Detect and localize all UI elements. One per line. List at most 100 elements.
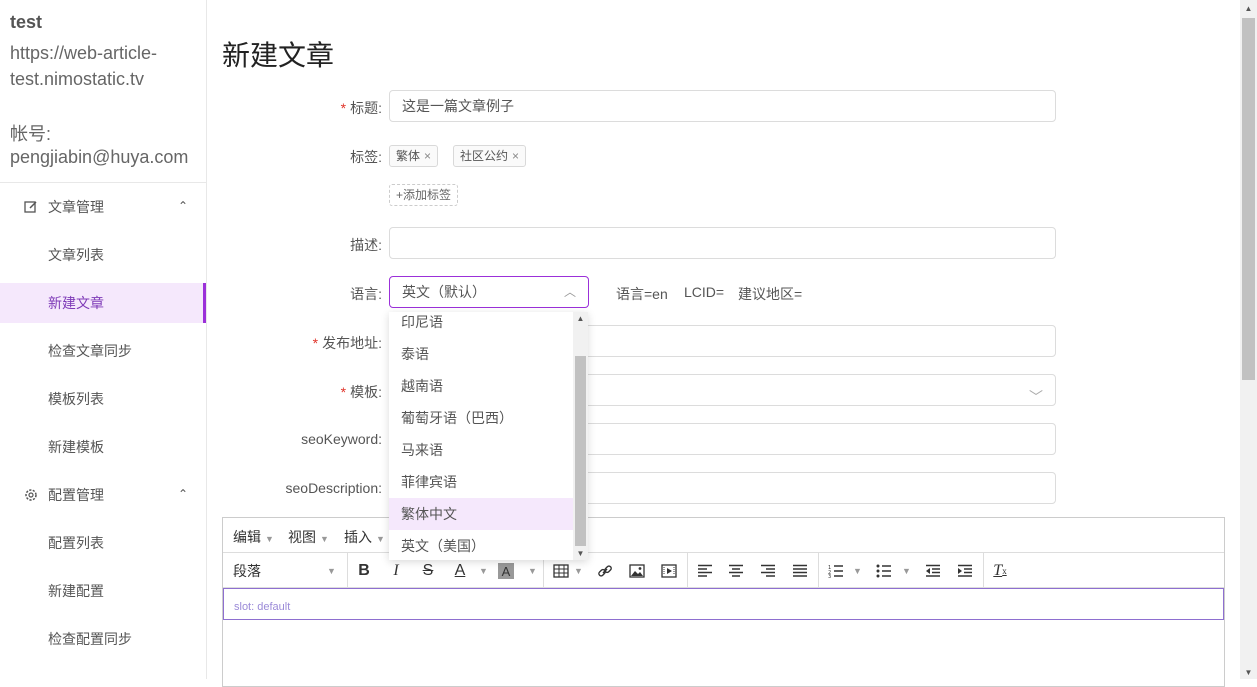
menu-view[interactable]: 视图 ▼ bbox=[288, 527, 329, 547]
dropdown-option[interactable]: 英文（美国） bbox=[389, 530, 573, 560]
italic-icon[interactable]: I bbox=[385, 560, 407, 582]
link-icon[interactable] bbox=[594, 560, 616, 582]
scroll-down-icon[interactable]: ▼ bbox=[573, 549, 588, 558]
dropdown-option[interactable]: 菲律宾语 bbox=[389, 466, 573, 498]
site-name: test bbox=[10, 12, 43, 32]
caret-down-icon: ▼ bbox=[528, 566, 537, 576]
page-scrollbar[interactable]: ▲ ▼ bbox=[1240, 0, 1257, 679]
required-mark: * bbox=[312, 335, 319, 351]
dropdown-scrollbar[interactable]: ▲ ▼ bbox=[573, 312, 588, 560]
image-icon[interactable] bbox=[626, 560, 648, 582]
desc-label: 描述: bbox=[350, 237, 382, 253]
lang-label: 语言: bbox=[350, 286, 382, 302]
indent-icon[interactable] bbox=[954, 560, 976, 582]
toolbar-divider bbox=[818, 553, 819, 587]
menu-group-label: 文章管理 bbox=[48, 199, 104, 215]
sidebar-item-new-template[interactable]: 新建模板 bbox=[0, 427, 206, 467]
table-icon[interactable] bbox=[550, 560, 572, 582]
dropdown-option[interactable]: 马来语 bbox=[389, 434, 573, 466]
close-icon[interactable]: × bbox=[424, 149, 431, 163]
sidebar-item-new-article[interactable]: 新建文章 bbox=[0, 283, 206, 323]
account-value: pengjiabin@huya.com bbox=[10, 147, 189, 167]
menu-label: 编辑 bbox=[233, 529, 261, 545]
caret-down-icon: ▼ bbox=[853, 566, 862, 576]
lang-select[interactable]: 英文（默认） ︿ bbox=[389, 276, 589, 308]
page-title: 新建文章 bbox=[222, 40, 335, 71]
lang-code-text: 语言=en bbox=[616, 286, 668, 302]
bold-icon[interactable]: B bbox=[353, 560, 375, 582]
toolbar-divider bbox=[347, 553, 348, 587]
text-color-icon[interactable]: A bbox=[449, 560, 471, 582]
lang-dropdown: 印尼语 泰语 越南语 葡萄牙语（巴西） 马来语 菲律宾语 繁体中文 英文（美国）… bbox=[389, 312, 588, 560]
dropdown-option[interactable]: 越南语 bbox=[389, 370, 573, 402]
caret-down-icon: ▼ bbox=[327, 566, 336, 576]
editor-content-area[interactable]: slot: default bbox=[223, 588, 1224, 620]
required-mark: * bbox=[340, 100, 347, 116]
svg-text:3: 3 bbox=[828, 574, 831, 578]
add-tag-button[interactable]: +添加标签 bbox=[389, 184, 459, 206]
sidebar-divider bbox=[0, 182, 206, 183]
scroll-up-icon[interactable]: ▲ bbox=[573, 314, 588, 323]
numbered-list-icon[interactable]: 123 bbox=[825, 560, 847, 582]
caret-down-icon: ▼ bbox=[376, 534, 385, 544]
menu-insert[interactable]: 插入 ▼ bbox=[344, 527, 385, 547]
chevron-up-icon: ⌃ bbox=[177, 487, 188, 501]
scrollbar-thumb[interactable] bbox=[575, 356, 586, 546]
edit-icon bbox=[23, 199, 39, 215]
tag: 社区公约 × bbox=[453, 145, 527, 167]
menu-group-label: 配置管理 bbox=[48, 487, 104, 503]
tag-label: 繁体 bbox=[396, 149, 421, 163]
menu-label: 插入 bbox=[344, 529, 372, 545]
seo-desc-label: seoDescription: bbox=[285, 480, 383, 496]
dropdown-option[interactable]: 印尼语 bbox=[389, 312, 573, 338]
chevron-up-icon: ︿ bbox=[563, 285, 576, 299]
sidebar-item-new-config[interactable]: 新建配置 bbox=[0, 571, 206, 611]
site-url: https://web-article-test.nimostatic.tv bbox=[10, 43, 158, 89]
align-right-icon[interactable] bbox=[757, 560, 779, 582]
tag-label: 社区公约 bbox=[460, 149, 509, 163]
dropdown-option[interactable]: 泰语 bbox=[389, 338, 573, 370]
template-label: * 模板: bbox=[341, 382, 382, 402]
sidebar-item-check-config-sync[interactable]: 检查配置同步 bbox=[0, 619, 206, 659]
align-center-icon[interactable] bbox=[725, 560, 747, 582]
toolbar-divider bbox=[983, 553, 984, 587]
scrollbar-thumb[interactable] bbox=[1242, 18, 1255, 380]
tag: 繁体 × bbox=[389, 145, 439, 167]
outdent-icon[interactable] bbox=[922, 560, 944, 582]
publish-label-text: 发布地址: bbox=[322, 335, 382, 351]
align-justify-icon[interactable] bbox=[789, 560, 811, 582]
sidebar-item-article-list[interactable]: 文章列表 bbox=[0, 235, 206, 275]
chevron-down-icon: ﹀ bbox=[1029, 389, 1043, 405]
media-icon[interactable] bbox=[658, 560, 680, 582]
bullet-list-icon[interactable] bbox=[873, 560, 895, 582]
sidebar: test https://web-article-test.nimostatic… bbox=[0, 0, 207, 679]
desc-input[interactable] bbox=[389, 227, 1056, 259]
menu-group-config[interactable]: 配置管理 ⌃ bbox=[0, 473, 206, 517]
strikethrough-icon[interactable]: S bbox=[417, 560, 439, 582]
region-text: 建议地区= bbox=[738, 286, 803, 302]
editor-menubar: 编辑 ▼ 视图 ▼ 插入 ▼ bbox=[223, 518, 1224, 553]
tags-label: 标签: bbox=[350, 149, 382, 165]
template-label-text: 模板: bbox=[350, 384, 382, 400]
sidebar-item-config-list[interactable]: 配置列表 bbox=[0, 523, 206, 563]
scroll-down-icon[interactable]: ▼ bbox=[1240, 668, 1257, 677]
align-left-icon[interactable] bbox=[694, 560, 716, 582]
seo-keyword-label: seoKeyword: bbox=[301, 431, 382, 447]
caret-down-icon: ▼ bbox=[479, 566, 488, 576]
title-input[interactable]: 这是一篇文章例子 bbox=[389, 90, 1056, 122]
close-icon[interactable]: × bbox=[512, 149, 519, 163]
highlight-color-icon[interactable]: A bbox=[498, 563, 514, 579]
menu-edit[interactable]: 编辑 ▼ bbox=[233, 527, 274, 547]
caret-down-icon: ▼ bbox=[265, 534, 274, 544]
sidebar-item-template-list[interactable]: 模板列表 bbox=[0, 379, 206, 419]
dropdown-option[interactable]: 葡萄牙语（巴西） bbox=[389, 402, 573, 434]
clear-format-icon[interactable]: Tx bbox=[989, 560, 1011, 582]
gear-icon bbox=[23, 487, 39, 503]
menu-group-article[interactable]: 文章管理 ⌃ bbox=[0, 185, 206, 229]
format-select[interactable]: 段落 bbox=[233, 561, 261, 581]
sidebar-item-check-article-sync[interactable]: 检查文章同步 bbox=[0, 331, 206, 371]
toolbar-divider bbox=[687, 553, 688, 587]
scroll-up-icon[interactable]: ▲ bbox=[1240, 4, 1257, 13]
dropdown-option-hovered[interactable]: 繁体中文 bbox=[389, 498, 573, 530]
caret-down-icon: ▼ bbox=[902, 566, 911, 576]
